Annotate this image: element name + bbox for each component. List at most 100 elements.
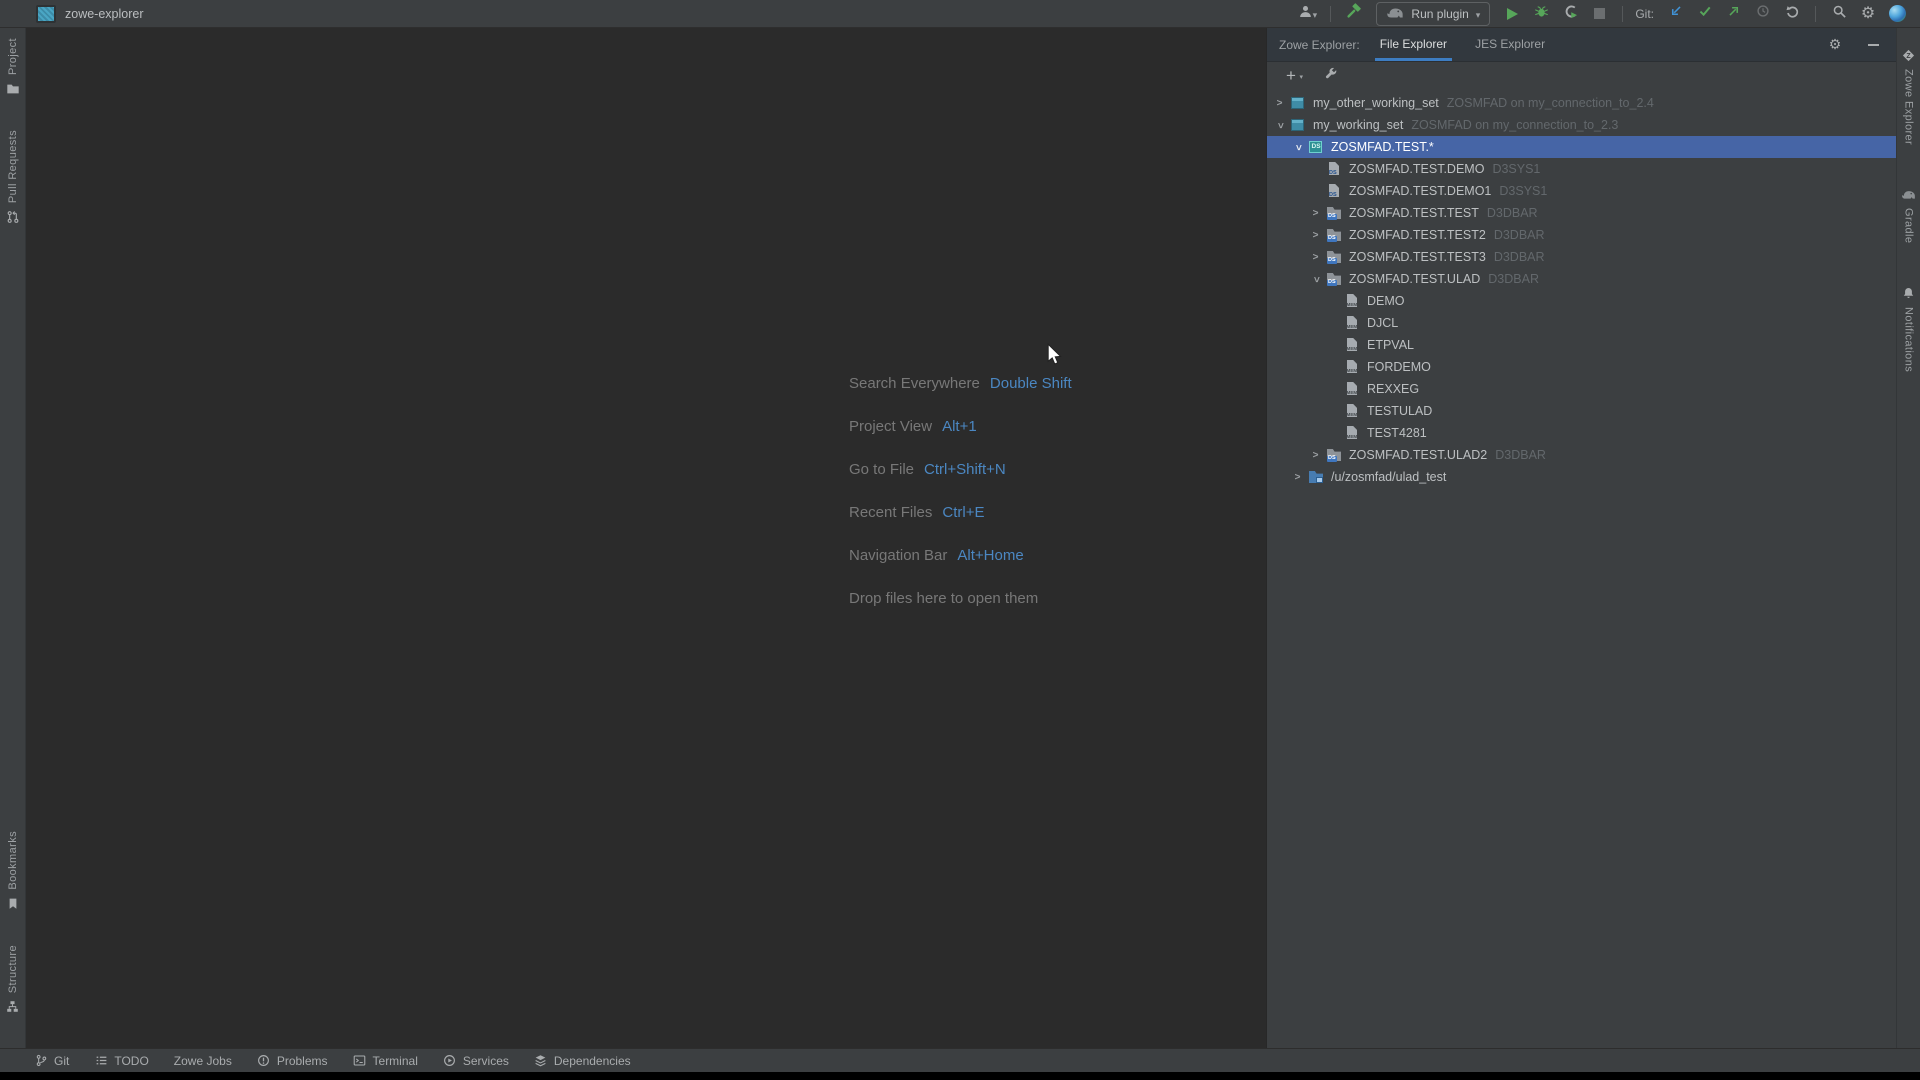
tree-item-label: FORDEMO — [1367, 360, 1431, 374]
tree-item-label: TEST4281 — [1367, 426, 1427, 440]
tool-window-button-bookmarks[interactable]: Bookmarks — [5, 831, 20, 911]
member-icon — [1344, 425, 1360, 441]
tree-row-fordemo[interactable]: FORDEMO — [1267, 356, 1896, 378]
tree-row-testulad[interactable]: TESTULAD — [1267, 400, 1896, 422]
gradle-icon — [1386, 7, 1404, 21]
tool-window-button-structure[interactable]: Structure — [5, 945, 20, 1014]
wrench-icon — [1324, 66, 1338, 85]
chevron-right-icon[interactable] — [1271, 98, 1288, 109]
tree-item-label: REXXEG — [1367, 382, 1419, 396]
chevron-right-icon[interactable] — [1307, 230, 1324, 241]
tree-item-secondary: ZOSMFAD on my_connection_to_2.4 — [1447, 96, 1654, 110]
stop-button[interactable] — [1586, 2, 1612, 26]
toolbar-separator — [1330, 6, 1331, 22]
chevron-right-icon[interactable] — [1307, 208, 1324, 219]
build-hammer-button[interactable] — [1341, 2, 1367, 26]
gear-icon — [1861, 5, 1875, 23]
code-with-me-button[interactable] — [1884, 2, 1910, 26]
tree-row-rexxeg[interactable]: REXXEG — [1267, 378, 1896, 400]
git-rollback-button[interactable] — [1779, 2, 1805, 26]
git-history-button[interactable] — [1750, 2, 1776, 26]
user-icon — [1298, 4, 1313, 24]
panel-hide-button[interactable] — [1860, 33, 1886, 57]
tree-row-zosmfad-test-test3[interactable]: ZOSMFAD.TEST.TEST3D3DBAR — [1267, 246, 1896, 268]
statusbar-item-dependencies[interactable]: Dependencies — [534, 1054, 631, 1068]
tool-window-button-project[interactable]: Project — [5, 38, 20, 96]
git-push-button[interactable] — [1721, 2, 1747, 26]
right-tool-strip: ZZowe Explorer Gradle Notifications — [1896, 28, 1920, 1048]
git-update-button[interactable] — [1663, 2, 1689, 26]
tree-item-label: ZOSMFAD.TEST.TEST — [1349, 206, 1479, 220]
chevron-down-icon — [1313, 5, 1318, 23]
tree-row-test4281[interactable]: TEST4281 — [1267, 422, 1896, 444]
shortcut-hint: Project ViewAlt+1 — [849, 415, 1072, 437]
shortcut-hint: Drop files here to open them — [849, 587, 1072, 609]
panel-header: Zowe Explorer: File Explorer JES Explore… — [1267, 28, 1896, 62]
tree-row-my-working-set[interactable]: my_working_setZOSMFAD on my_connection_t… — [1267, 114, 1896, 136]
tool-window-button-notifications[interactable]: Notifications — [1901, 286, 1916, 372]
tree-row-zosmfad-test-ulad2[interactable]: ZOSMFAD.TEST.ULAD2D3DBAR — [1267, 444, 1896, 466]
panel-settings-button[interactable] — [1822, 33, 1848, 57]
tree-row-u-zosmfad-ulad-test[interactable]: /u/zosmfad/ulad_test — [1267, 466, 1896, 488]
tree-row-zosmfad-test-test[interactable]: ZOSMFAD.TEST.TEST D3DBAR — [1267, 202, 1896, 224]
profiler-button[interactable] — [1557, 2, 1583, 26]
chevron-right-icon[interactable] — [1307, 252, 1324, 263]
edit-working-sets-button[interactable] — [1318, 64, 1344, 88]
run-configuration-select[interactable]: Run plugin — [1376, 2, 1490, 26]
add-working-set-button[interactable]: + — [1278, 64, 1304, 88]
statusbar-item-todo[interactable]: TODO — [94, 1054, 148, 1068]
pds-icon — [1326, 447, 1342, 463]
member-icon — [1344, 337, 1360, 353]
chevron-right-icon[interactable] — [1307, 450, 1324, 461]
tree-row-zosmfad-test[interactable]: ZOSMFAD.TEST.* — [1267, 136, 1896, 158]
tree-item-secondary: D3DBAR — [1495, 448, 1546, 462]
tree-item-secondary: D3DBAR — [1487, 206, 1538, 220]
tool-window-button-zowe-explorer[interactable]: ZZowe Explorer — [1901, 48, 1916, 145]
chevron-down-icon[interactable] — [1289, 142, 1306, 153]
tool-window-button-pull-requests[interactable]: Pull Requests — [5, 130, 20, 224]
statusbar: Git TODO Zowe Jobs Problems Terminal Services… — [0, 1048, 1920, 1072]
chevron-right-icon[interactable] — [1289, 472, 1306, 483]
statusbar-item-services[interactable]: Services — [443, 1054, 509, 1068]
statusbar-item-git[interactable]: Git — [34, 1054, 69, 1068]
pds-icon — [1326, 271, 1342, 287]
pds-icon — [1326, 249, 1342, 265]
statusbar-item-terminal[interactable]: Terminal — [353, 1054, 418, 1068]
tree-row-zosmfad-test-ulad[interactable]: ZOSMFAD.TEST.ULADD3DBAR — [1267, 268, 1896, 290]
user-dropdown-button[interactable] — [1294, 2, 1320, 26]
undo-icon — [1785, 4, 1800, 24]
tab-jes-explorer[interactable]: JES Explorer — [1475, 28, 1545, 61]
tree-row-zosmfad-test-test2[interactable]: ZOSMFAD.TEST.TEST2D3DBAR — [1267, 224, 1896, 246]
git-label: Git: — [1635, 7, 1654, 21]
debug-button[interactable] — [1528, 2, 1554, 26]
tree-row-zosmfad-test-demo[interactable]: ZOSMFAD.TEST.DEMOD3SYS1 — [1267, 158, 1896, 180]
notifications-bell-icon — [1901, 286, 1916, 301]
tool-window-label: Bookmarks — [7, 831, 19, 890]
chevron-down-icon[interactable] — [1271, 120, 1288, 131]
plus-icon: + — [1286, 69, 1296, 83]
statusbar-item-zowe-jobs[interactable]: Zowe Jobs — [174, 1054, 232, 1068]
settings-button[interactable] — [1855, 2, 1881, 26]
tool-window-button-gradle[interactable]: Gradle — [1901, 187, 1916, 243]
tab-file-explorer[interactable]: File Explorer — [1380, 28, 1447, 61]
chevron-down-icon[interactable] — [1307, 274, 1324, 285]
run-button[interactable] — [1499, 2, 1525, 26]
pds-icon — [1326, 227, 1342, 243]
member-icon — [1344, 293, 1360, 309]
debug-bug-icon — [1534, 4, 1549, 24]
tree-row-etpval[interactable]: ETPVAL — [1267, 334, 1896, 356]
tree-row-zosmfad-test-demo1[interactable]: ZOSMFAD.TEST.DEMO1D3SYS1 — [1267, 180, 1896, 202]
tree-item-label: ZOSMFAD.TEST.TEST3 — [1349, 250, 1486, 264]
titlebar-actions: Run plugin Git: — [1294, 2, 1910, 26]
editor-shortcut-hints: Search EverywhereDouble ShiftProject Vie… — [849, 372, 1072, 630]
statusbar-item-problems[interactable]: Problems — [257, 1054, 328, 1068]
tree-row-my-other-working-set[interactable]: my_other_working_setZOSMFAD on my_connec… — [1267, 92, 1896, 114]
tree-row-djcl[interactable]: DJCL — [1267, 312, 1896, 334]
tree-row-demo[interactable]: DEMO — [1267, 290, 1896, 312]
ide-window: zowe-explorer Run plugin Git: — [0, 0, 1920, 1080]
tool-window-label: Pull Requests — [7, 130, 19, 203]
search-everywhere-button[interactable] — [1826, 2, 1852, 26]
member-icon — [1344, 403, 1360, 419]
sphere-icon — [1889, 5, 1906, 22]
git-commit-button[interactable] — [1692, 2, 1718, 26]
